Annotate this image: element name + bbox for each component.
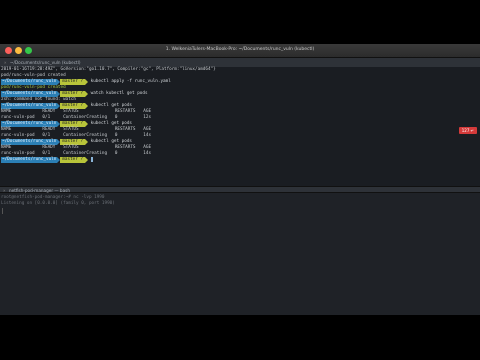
- exit-status-badge: 127 ↵: [458, 127, 477, 134]
- prompt-git: master ?: [60, 157, 86, 163]
- terminal-pane-bottom[interactable]: root@netfish-pod-manager:~# nc -lvp 1990…: [0, 193, 480, 315]
- text-cursor: [2, 208, 3, 214]
- prompt-git: master ?: [60, 91, 86, 97]
- prompt-line: ~/Documents/runc_vuln master ?: [1, 157, 94, 163]
- text-cursor: [90, 157, 94, 162]
- prompt-dir: ~/Documents/runc_vuln: [1, 103, 58, 109]
- window-title: 1. WelkeniaTulers-MacBook-Pro: ~/Documen…: [165, 47, 315, 52]
- prompt-arrow-icon: [85, 91, 89, 97]
- prompt-dir: ~/Documents/runc_vuln: [1, 121, 58, 127]
- prompt-git: master ?: [60, 121, 86, 127]
- command-text: kubectl get pods: [90, 139, 133, 144]
- command-text: kubectl get pods: [90, 121, 133, 126]
- prompt-dir: ~/Documents/runc_vuln: [1, 157, 58, 163]
- command-text: watch kubectl get pods: [90, 91, 148, 96]
- output-text: pod/runc-vuln-pod created: [1, 85, 66, 90]
- prompt-dir: ~/Documents/runc_vuln: [1, 91, 58, 97]
- terminal-pane-top[interactable]: 2019-01-16T19:28:49Z", GoVersion:"go1.10…: [0, 67, 480, 203]
- command-text: kubectl get pods: [90, 103, 133, 108]
- prompt-git: master ?: [60, 79, 86, 85]
- tab-label: ~/Documents/runc_vuln (kubectl): [10, 60, 81, 65]
- tab-kubectl[interactable]: × ~/Documents/runc_vuln (kubectl): [0, 58, 480, 67]
- command-text: kubectl apply -f runc_vuln.yaml: [90, 79, 171, 84]
- close-icon[interactable]: ×: [4, 60, 7, 65]
- letterbox-top: [0, 0, 480, 44]
- prompt-dir: ~/Documents/runc_vuln: [1, 139, 58, 145]
- tab-bar: × ~/Documents/runc_vuln (kubectl): [0, 58, 480, 67]
- prompt-arrow-icon: [85, 157, 89, 163]
- split-pane-header[interactable]: × netfish-pod-manager — bash: [0, 186, 480, 193]
- title-bar: 1. WelkeniaTulers-MacBook-Pro: ~/Documen…: [0, 44, 480, 58]
- prompt-dir: ~/Documents/runc_vuln: [1, 79, 58, 85]
- terminal-window: 1. WelkeniaTulers-MacBook-Pro: ~/Documen…: [0, 44, 480, 315]
- terminal-line: Listening on [0.0.0.0] (family 0, port 1…: [1, 201, 115, 206]
- prompt-git: master ?: [60, 139, 86, 145]
- prompt-git: master ?: [60, 103, 86, 109]
- prompt-arrow-icon: [85, 79, 89, 85]
- letterbox-bottom: [0, 315, 480, 360]
